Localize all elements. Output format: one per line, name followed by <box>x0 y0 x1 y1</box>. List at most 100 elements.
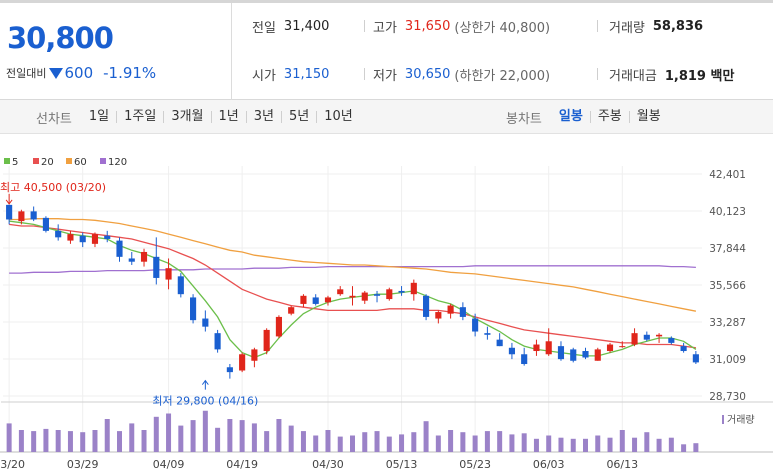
volume-bar <box>460 432 466 452</box>
candle-body <box>214 333 221 350</box>
candle-body <box>692 354 699 363</box>
candle-body <box>6 204 13 220</box>
legend-label: 120 <box>108 157 127 168</box>
volume-bar <box>484 431 490 452</box>
volume-bar <box>178 425 184 452</box>
candle-body <box>337 289 344 295</box>
candlestick-chart: 5 20 60 120 42,401 40,123 37,844 35,566 33,287 31… <box>0 157 773 471</box>
quote-item-value: 30,650 <box>404 66 451 82</box>
volume-bar <box>619 430 625 452</box>
volume-bar <box>693 443 699 452</box>
period-3y-button[interactable]: 3년 <box>247 110 282 123</box>
volume-bar <box>656 438 662 452</box>
volume-bar <box>423 421 429 452</box>
candle-body <box>18 211 25 222</box>
volume-label: 거래량 <box>727 414 755 426</box>
candle-body <box>128 258 135 262</box>
volume-bar <box>362 432 368 452</box>
candle-body <box>42 217 49 231</box>
price-change: 전일대비 600 -1.91% <box>6 63 156 83</box>
x-tick-label: 04/30 <box>312 458 344 471</box>
volume-bar <box>521 433 527 452</box>
candle-body <box>251 349 258 361</box>
y-tick-label: 35,566 <box>709 280 746 292</box>
period-3m-button[interactable]: 3개월 <box>164 110 212 123</box>
quote-item-label: 전일 <box>252 20 276 36</box>
quote-item-value: 31,400 <box>283 18 330 34</box>
candle-monthly-button[interactable]: 월봉 <box>630 110 668 123</box>
volume-bar <box>350 435 355 452</box>
volume-bar <box>644 432 650 452</box>
x-tick-label: 06/03 <box>533 458 565 471</box>
y-tick-label: 28,730 <box>709 391 746 403</box>
volume-bar <box>325 430 331 452</box>
volume-bar <box>141 430 147 452</box>
legend-swatch <box>4 158 10 164</box>
period-5y-button[interactable]: 5년 <box>282 110 318 123</box>
period-1d-button[interactable]: 1일 <box>82 110 118 123</box>
legend-label: 60 <box>74 157 87 168</box>
x-tick-label: 05/13 <box>386 458 418 471</box>
volume-bar <box>6 423 12 452</box>
candle-body <box>67 234 74 241</box>
quote-item-upper-limit: (상한가 40,800) <box>454 20 551 36</box>
legend-swatch <box>66 158 72 164</box>
candle-body <box>349 295 356 298</box>
quote-item-value: 1,819 백만 <box>664 68 735 84</box>
candle-body <box>55 230 62 238</box>
volume-bar <box>681 444 687 452</box>
candle-weekly-button[interactable]: 주봉 <box>591 110 630 123</box>
y-tick-label: 33,287 <box>709 317 746 329</box>
candle-body <box>324 297 332 303</box>
line-chart-periods: 선차트 1일 1주일 3개월 1년 3년 5년 10년 <box>36 100 360 134</box>
volume-bar <box>129 423 135 452</box>
current-price: 30,800 <box>7 21 114 55</box>
chart-toolbar: 선차트 1일 1주일 3개월 1년 3년 5년 10년 봉차트 일봉 주봉 월봉 <box>0 100 773 134</box>
volume-bar <box>386 436 392 452</box>
quote-item-label: 시가 <box>252 68 276 84</box>
volume-bar <box>215 427 221 452</box>
candle-body <box>508 347 515 355</box>
candle-body <box>275 316 282 337</box>
candle-body <box>643 334 650 340</box>
y-tick-label: 31,009 <box>709 354 746 366</box>
quote-separator <box>364 20 365 32</box>
quote-item-open: 시가 31,150 <box>252 64 329 84</box>
y-tick-label: 37,844 <box>709 243 746 255</box>
candle-body <box>656 334 663 337</box>
volume-bar <box>227 419 233 452</box>
y-tick-label: 40,123 <box>709 206 746 218</box>
candle-body <box>263 329 270 352</box>
volume-bar <box>435 435 441 452</box>
candle-body <box>606 344 614 352</box>
volume-bar <box>31 431 37 452</box>
volume-bar <box>43 428 49 452</box>
candle-chart-periods: 봉차트 일봉 주봉 월봉 <box>506 100 668 134</box>
x-tick-label: 03/29 <box>67 458 99 471</box>
volume-bar <box>558 437 564 452</box>
quote-divider <box>231 3 232 100</box>
legend-label: 5 <box>12 157 18 168</box>
period-1y-button[interactable]: 1년 <box>212 110 247 123</box>
period-1w-button[interactable]: 1주일 <box>117 110 165 123</box>
x-tick-label: 04/19 <box>226 458 258 471</box>
candle-body <box>619 346 626 348</box>
quote-item-high: 고가 31,650 (상한가 40,800) <box>373 16 550 36</box>
volume-bar <box>497 431 503 452</box>
down-arrow-icon <box>49 67 64 79</box>
x-tick-label: 06/13 <box>606 458 638 471</box>
quote-item-volume: 거래량 58,836 <box>609 16 703 36</box>
volume-bar <box>153 416 159 452</box>
volume-bar <box>117 431 122 452</box>
volume-bar <box>239 420 245 452</box>
legend-label: 20 <box>41 157 54 168</box>
candle-body <box>472 318 479 332</box>
period-10y-button[interactable]: 10년 <box>317 110 360 123</box>
candle-body <box>386 289 393 300</box>
candle-body <box>165 268 172 280</box>
volume-bar <box>313 435 319 452</box>
candle-daily-button[interactable]: 일봉 <box>552 110 591 123</box>
volume-bar <box>166 413 172 452</box>
volume-bar <box>92 430 98 452</box>
quote-item-label: 저가 <box>373 68 397 84</box>
